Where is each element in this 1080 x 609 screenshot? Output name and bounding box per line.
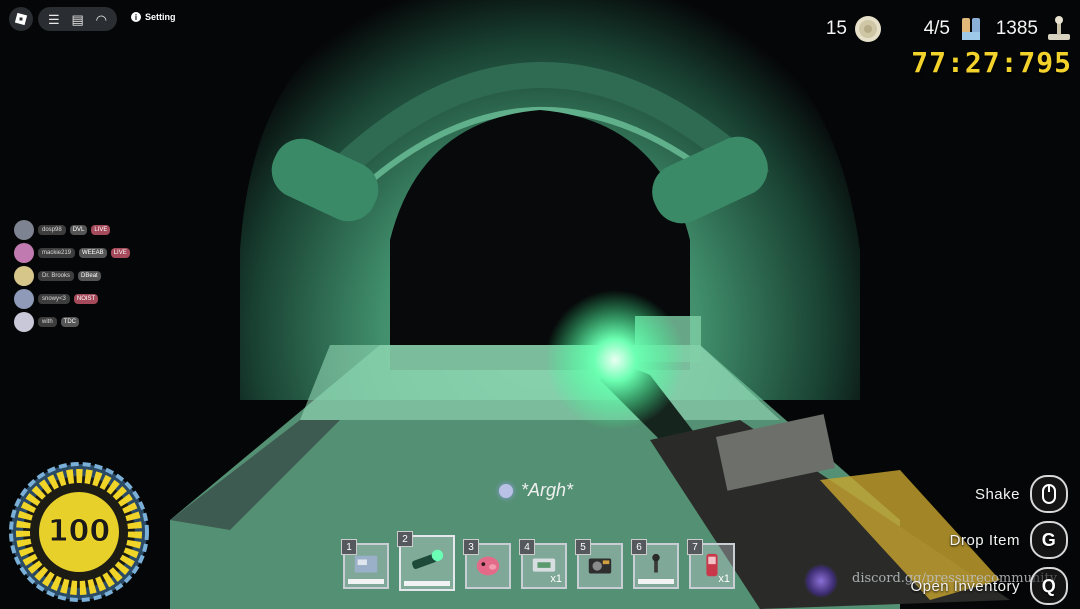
coin-count: 15 <box>825 18 847 39</box>
player-tag: DVL <box>69 224 88 235</box>
player-row[interactable]: dosp98 DVL LIVE <box>14 218 130 241</box>
coin-counter: 15 <box>826 14 883 44</box>
player-row[interactable]: Dr. Brooks DBeat <box>14 264 130 287</box>
health-value: 100 <box>47 514 111 550</box>
avatar <box>14 265 34 286</box>
hotbar-slot-2[interactable]: 2 <box>397 531 455 591</box>
open-inventory-label: Open Inventory <box>910 577 1020 595</box>
drop-item-label: Drop Item <box>949 531 1020 549</box>
hotbar-slot-5[interactable]: 5 <box>575 539 623 589</box>
player-chat-bubble: *Argh* <box>499 480 573 501</box>
headset-icon[interactable]: ◠ <box>96 13 107 26</box>
hotbar-slot-4[interactable]: 4 x1 <box>519 539 567 589</box>
key-icon <box>652 553 660 573</box>
coin-icon <box>855 16 881 42</box>
durability-bar <box>404 581 450 586</box>
player-name: Dr. Brooks <box>38 270 75 281</box>
hamburger-icon[interactable]: ☰ <box>48 13 60 26</box>
mouse-icon <box>1030 475 1068 513</box>
player-tag: TDC <box>60 316 80 327</box>
player-tag: WEEAB <box>79 247 107 258</box>
key-q: Q <box>1030 567 1068 605</box>
avatar <box>14 219 34 240</box>
battery-icon <box>962 18 980 40</box>
settings-icon: i <box>131 12 141 22</box>
live-badge: LIVE <box>91 224 111 235</box>
battery-counter: 4/5 <box>924 14 986 44</box>
open-inventory-hint[interactable]: Open Inventory Q <box>910 567 1068 605</box>
game-viewport <box>0 0 1080 609</box>
camera-icon <box>588 558 612 574</box>
avatar <box>14 242 34 263</box>
setting-label: Setting <box>145 12 176 22</box>
shake-label: Shake <box>974 485 1020 503</box>
roblox-logo-icon <box>14 12 28 26</box>
hotbar-slot-3[interactable]: 3 <box>463 539 511 589</box>
score-counter: 1385 <box>996 14 1074 44</box>
run-timer: 77:27:795 <box>911 46 1072 79</box>
player-list: dosp98 DVL LIVE mackie219 WEEAB LIVE Dr.… <box>14 218 130 333</box>
player-tag: DBeat <box>78 270 101 281</box>
player-tag: NOIST <box>73 293 99 304</box>
flashlight-icon <box>412 549 444 569</box>
player-name: snowy<3 <box>38 293 70 304</box>
avatar <box>14 288 34 309</box>
live-badge: LIVE <box>110 247 130 258</box>
score-count: 1385 <box>995 18 1038 39</box>
battery-count: 4/5 <box>923 18 950 39</box>
player-name: with <box>38 316 57 327</box>
hotbar: 1 2 3 4 x1 5 6 7 x1 <box>341 531 735 591</box>
chat-bubble-text: *Argh* <box>521 480 574 500</box>
hotbar-slot-1[interactable]: 1 <box>341 539 389 589</box>
roblox-menu-button[interactable] <box>9 7 33 31</box>
player-name: mackie219 <box>38 247 76 258</box>
item-count: x1 <box>718 573 730 585</box>
player-name: dosp98 <box>38 224 66 235</box>
item-count: x1 <box>550 573 562 585</box>
setting-button[interactable]: i Setting <box>131 12 176 22</box>
map-icon <box>354 555 378 573</box>
joystick-icon <box>1048 16 1070 40</box>
hotbar-slot-6[interactable]: 6 <box>631 539 679 589</box>
key-g: G <box>1030 521 1068 559</box>
player-row[interactable]: mackie219 WEEAB LIVE <box>14 241 130 264</box>
sparkle-icon <box>499 483 513 498</box>
piggy-bank-icon <box>476 556 500 576</box>
player-row[interactable]: snowy<3 NOIST <box>14 287 130 310</box>
drop-item-hint[interactable]: Drop Item G <box>950 521 1068 559</box>
avatar <box>14 311 34 332</box>
hotbar-slot-7[interactable]: 7 x1 <box>687 539 735 589</box>
durability-bar <box>348 579 384 584</box>
pressure-logo-icon <box>804 564 838 598</box>
roblox-topbar-pill: ☰ ▤ ◠ <box>38 7 117 31</box>
durability-bar <box>638 579 674 584</box>
shake-hint[interactable]: Shake <box>975 475 1068 513</box>
player-row[interactable]: with TDC <box>14 310 130 333</box>
chat-icon[interactable]: ▤ <box>71 13 83 26</box>
